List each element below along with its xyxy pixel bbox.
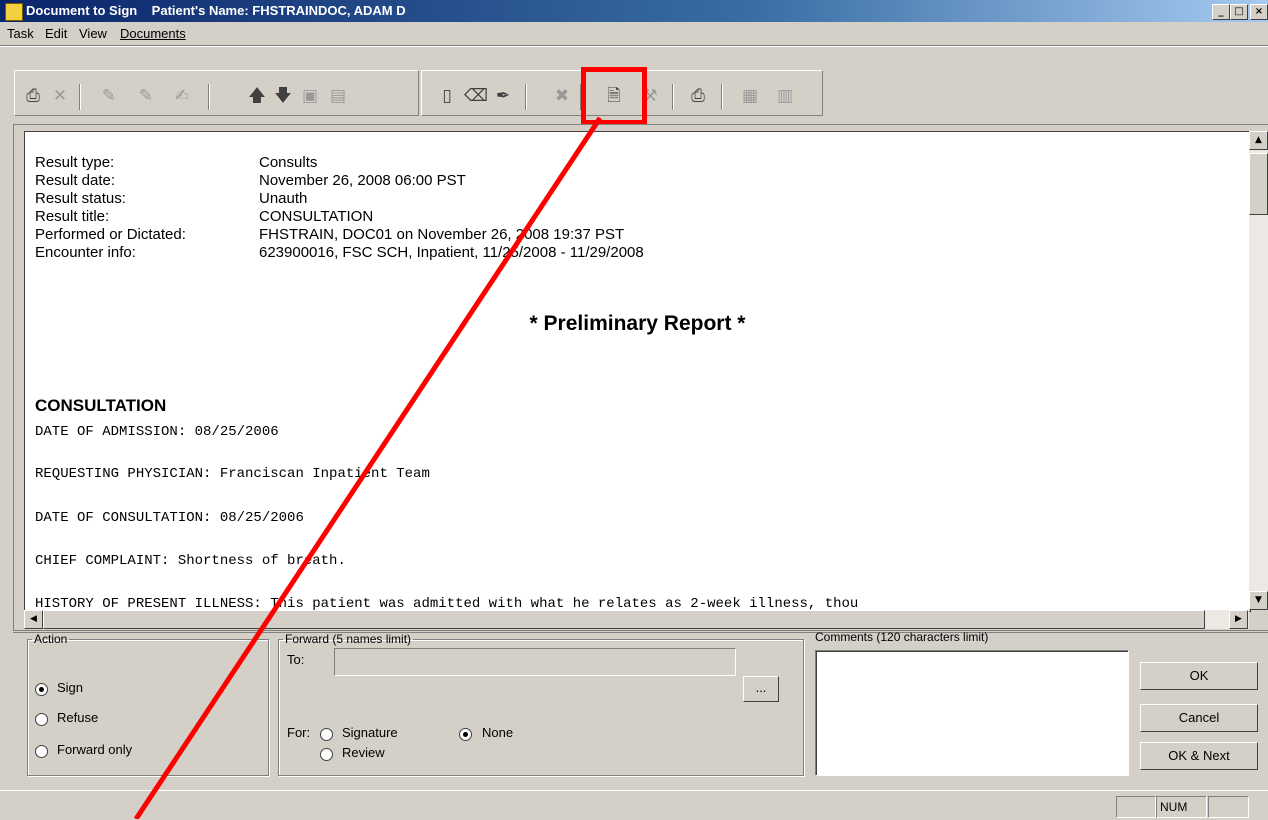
horizontal-scrollbar[interactable]: ◀ ▶	[24, 610, 1249, 629]
radio-sign-label[interactable]: Sign	[57, 680, 83, 695]
menu-documents[interactable]: Documents	[120, 26, 186, 41]
report-line: DATE OF CONSULTATION: 08/25/2006	[35, 510, 304, 526]
action-legend: Action	[34, 632, 68, 646]
radio-none[interactable]	[459, 728, 472, 741]
document-sign-app-icon	[5, 3, 23, 21]
scroll-down-icon[interactable]: ▼	[1249, 591, 1268, 610]
section-title: CONSULTATION	[35, 396, 167, 415]
field-value: Unauth	[259, 190, 308, 207]
field-label: Result status:	[35, 190, 126, 207]
radio-sign[interactable]	[35, 683, 48, 696]
new-document-icon[interactable]: ▯	[437, 86, 457, 106]
scroll-up-icon[interactable]: ▲	[1249, 131, 1268, 150]
browse-recipients-button[interactable]: ...	[743, 676, 779, 702]
status-num: NUM	[1156, 796, 1207, 818]
menu-divider	[0, 45, 1268, 47]
document-view[interactable]: Result type: Consults Result date: Novem…	[24, 131, 1251, 612]
radio-refuse[interactable]	[35, 713, 48, 726]
field-label: Result date:	[35, 172, 116, 189]
radio-review[interactable]	[320, 748, 333, 761]
toolbar-separator	[79, 84, 81, 110]
toolbar-separator	[525, 84, 527, 110]
menu-bar: Task Edit View Documents	[0, 22, 1268, 44]
report-line: REQUESTING PHYSICIAN: Franciscan Inpatie…	[35, 466, 430, 482]
report-line: CHIEF COMPLAINT: Shortness of breath.	[35, 553, 346, 569]
toolbar-separator	[208, 84, 210, 110]
scroll-left-icon[interactable]: ◀	[24, 610, 43, 629]
cancel-button[interactable]: Cancel	[1140, 704, 1258, 732]
next-arrow-icon[interactable]: 🡇	[273, 86, 293, 106]
clipboard-icon[interactable]: ▣	[300, 86, 320, 106]
highlight-box	[581, 67, 647, 125]
title-bar: Document to Sign Patient's Name: FHSTRAI…	[0, 0, 1268, 22]
radio-review-label[interactable]: Review	[342, 745, 385, 760]
window-title: Document to Sign Patient's Name: FHSTRAI…	[26, 3, 406, 18]
stack-icon[interactable]: ▥	[775, 86, 795, 106]
radio-signature[interactable]	[320, 728, 333, 741]
scroll-right-icon[interactable]: ▶	[1229, 610, 1248, 629]
forward-to-input[interactable]	[334, 648, 736, 676]
preliminary-banner: * Preliminary Report *	[529, 312, 746, 335]
field-value: 623900016, FSC SCH, Inpatient, 11/25/200…	[259, 244, 644, 261]
radio-none-label[interactable]: None	[482, 725, 513, 740]
scroll-thumb[interactable]	[1249, 153, 1268, 215]
report-line: DATE OF ADMISSION: 08/25/2006	[35, 424, 279, 440]
field-label: Result type:	[35, 154, 115, 171]
toolbar-separator	[721, 84, 723, 110]
field-label: Result title:	[35, 208, 110, 225]
close-button[interactable]: ×	[1250, 4, 1268, 20]
sign-icon[interactable]: ✍	[172, 86, 192, 106]
field-value: November 26, 2008 06:00 PST	[259, 172, 466, 189]
sign-pen-icon[interactable]: ✒	[493, 86, 513, 106]
previous-arrow-icon[interactable]: 🡅	[247, 86, 267, 106]
field-value: FHSTRAIN, DOC01 on November 26, 2008 19:…	[259, 226, 625, 243]
field-label: Performed or Dictated:	[35, 226, 186, 243]
toolbar-separator	[672, 84, 674, 110]
radio-refuse-label[interactable]: Refuse	[57, 710, 98, 725]
printer-icon[interactable]: ⎙	[688, 86, 708, 106]
radio-forward-only-label[interactable]: Forward only	[57, 742, 132, 757]
comments-label: Comments (120 characters limit)	[815, 630, 989, 644]
modify-all-icon[interactable]: ✎	[136, 86, 156, 106]
field-label: Encounter info:	[35, 244, 136, 261]
for-label: For:	[287, 725, 311, 740]
radio-forward-only[interactable]	[35, 745, 48, 758]
print-icon[interactable]: ⎙	[23, 86, 43, 106]
ok-button[interactable]: OK	[1140, 662, 1258, 690]
status-panel	[1116, 796, 1156, 818]
forward-legend: Forward (5 names limit)	[285, 632, 412, 646]
comments-textarea[interactable]	[815, 650, 1129, 776]
scroll-thumb-horizontal[interactable]	[43, 610, 1205, 629]
screen-icon[interactable]: ▦	[740, 86, 760, 106]
menu-task[interactable]: Task	[7, 26, 34, 41]
ok-next-button[interactable]: OK & Next	[1140, 742, 1258, 770]
delete-icon[interactable]: ✕	[50, 86, 70, 106]
status-bar	[0, 790, 1268, 820]
toolbar-group-1	[14, 70, 419, 116]
to-label: To:	[287, 652, 305, 667]
status-panel	[1208, 796, 1249, 818]
field-value: Consults	[259, 154, 318, 171]
field-value: CONSULTATION	[259, 208, 374, 225]
eraser-icon[interactable]: ⌫	[464, 86, 488, 106]
minimize-button[interactable]: _	[1212, 4, 1230, 20]
menu-edit[interactable]: Edit	[45, 26, 67, 41]
menu-view[interactable]: View	[79, 26, 107, 41]
maximize-button[interactable]: □	[1230, 4, 1248, 20]
copy-icon[interactable]: ▤	[328, 86, 348, 106]
radio-signature-label[interactable]: Signature	[342, 725, 398, 740]
vertical-scrollbar[interactable]: ▲ ▼	[1249, 131, 1268, 610]
modify-icon[interactable]: ✎	[99, 86, 119, 106]
close-x-icon[interactable]: ✖	[552, 86, 572, 106]
